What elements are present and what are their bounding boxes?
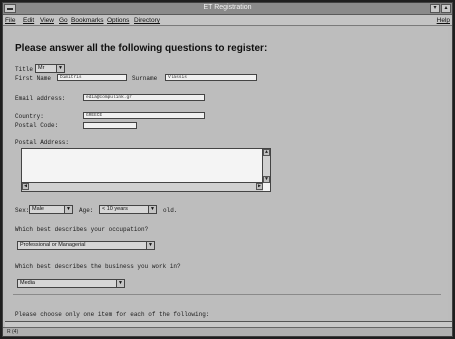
menu-options[interactable]: Options bbox=[107, 17, 129, 24]
menu-directory[interactable]: Directory bbox=[134, 17, 160, 24]
menu-help[interactable]: Help bbox=[437, 17, 450, 24]
first-name-field[interactable]: Dimitris bbox=[57, 74, 127, 81]
first-name-label: First Name bbox=[15, 75, 52, 82]
textarea-vertical-scrollbar[interactable]: ▲ ▼ bbox=[262, 149, 270, 183]
menu-go[interactable]: Go bbox=[59, 17, 68, 24]
postal-address-textarea[interactable]: ▲ ▼ ◀ ▶ bbox=[21, 148, 271, 192]
title-select[interactable]: Mr ▼ bbox=[35, 64, 65, 73]
tick-instruction: Please choose only one item for each of … bbox=[15, 311, 210, 318]
textarea-horizontal-scrollbar[interactable]: ◀ ▶ bbox=[22, 182, 263, 191]
menu-edit[interactable]: Edit bbox=[23, 17, 34, 24]
title-bar: ET Registration ▾ ▴ bbox=[3, 3, 452, 15]
age-select-value: < 10 years bbox=[102, 206, 128, 212]
business-select[interactable]: Media ▼ bbox=[17, 279, 125, 288]
country-label: Country: bbox=[15, 113, 44, 120]
menu-view[interactable]: View bbox=[40, 17, 54, 24]
chevron-down-icon: ▼ bbox=[56, 65, 64, 72]
chevron-down-icon: ▼ bbox=[64, 206, 72, 213]
email-label: Email address: bbox=[15, 95, 66, 102]
page-heading: Please answer all the following question… bbox=[15, 43, 268, 54]
occupation-question: Which best describes your occupation? bbox=[15, 226, 149, 233]
sex-label: Sex: bbox=[15, 207, 30, 214]
arrow-left-icon[interactable]: ◀ bbox=[22, 183, 29, 190]
minimize-icon[interactable]: ▾ bbox=[430, 4, 440, 13]
country-field[interactable]: GREECE bbox=[83, 112, 205, 119]
sex-select-value: Male bbox=[32, 206, 44, 212]
title-label: Title bbox=[15, 66, 34, 73]
browser-window: ET Registration ▾ ▴ File Edit View Go Bo… bbox=[2, 2, 453, 337]
occupation-select[interactable]: Professional or Managerial ▼ bbox=[17, 241, 155, 250]
age-label: Age: bbox=[79, 207, 94, 214]
business-question: Which best describes the business you wo… bbox=[15, 263, 181, 270]
chevron-down-icon: ▼ bbox=[146, 242, 154, 249]
window-title: ET Registration bbox=[203, 4, 252, 11]
status-text: R (4) bbox=[7, 329, 19, 335]
page-content: Please answer all the following question… bbox=[7, 27, 448, 321]
chevron-down-icon: ▼ bbox=[148, 206, 156, 213]
age-suffix: old. bbox=[163, 207, 178, 214]
postal-address-label: Postal Address: bbox=[15, 139, 70, 146]
surname-field[interactable]: Vlassis bbox=[165, 74, 257, 81]
arrow-down-icon[interactable]: ▼ bbox=[263, 176, 270, 183]
section-divider bbox=[13, 294, 441, 295]
arrow-up-icon[interactable]: ▲ bbox=[263, 149, 270, 156]
maximize-icon[interactable]: ▴ bbox=[441, 4, 451, 13]
postal-code-label: Postal Code: bbox=[15, 122, 59, 129]
postal-code-field[interactable] bbox=[83, 122, 137, 129]
email-field[interactable]: edia@compulink.gr bbox=[83, 94, 205, 101]
arrow-right-icon[interactable]: ▶ bbox=[256, 183, 263, 190]
status-bar: R (4) bbox=[3, 327, 452, 336]
menu-file[interactable]: File bbox=[5, 17, 15, 24]
occupation-select-value: Professional or Managerial bbox=[20, 242, 86, 248]
menu-bookmarks[interactable]: Bookmarks bbox=[71, 17, 104, 24]
title-select-value: Mr bbox=[38, 65, 45, 71]
age-select[interactable]: < 10 years ▼ bbox=[99, 205, 157, 214]
business-select-value: Media bbox=[20, 280, 35, 286]
surname-label: Surname bbox=[132, 75, 158, 82]
sex-select[interactable]: Male ▼ bbox=[29, 205, 73, 214]
chevron-down-icon: ▼ bbox=[116, 280, 124, 287]
menu-bar: File Edit View Go Bookmarks Options Dire… bbox=[3, 15, 452, 26]
